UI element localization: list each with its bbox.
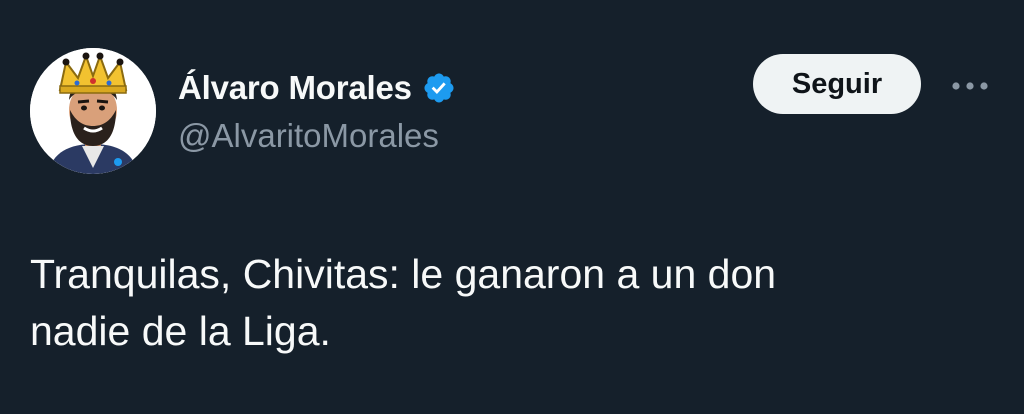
verified-badge-icon [424, 73, 454, 103]
follow-button[interactable]: Seguir [753, 54, 921, 114]
author-avatar[interactable] [30, 48, 156, 174]
caricature-avatar-icon [30, 48, 156, 174]
author-display-name[interactable]: Álvaro Morales [178, 69, 412, 107]
tweet-text: Tranquilas, Chivitas: le ganaron a un do… [30, 251, 777, 354]
more-options-button[interactable] [948, 66, 992, 106]
author-handle[interactable]: @AlvaritoMorales [178, 117, 439, 155]
tweet-card: Álvaro Morales @AlvaritoMorales Seguir T… [0, 0, 1024, 414]
more-options-icon [952, 82, 988, 90]
author-name-row: Álvaro Morales [178, 64, 456, 112]
